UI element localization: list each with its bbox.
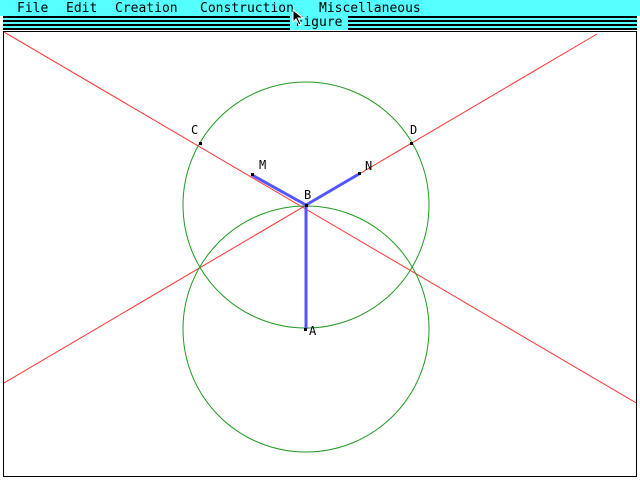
segment-bn[interactable] bbox=[305, 172, 360, 207]
point-a-label: A bbox=[309, 324, 317, 338]
line-cb[interactable] bbox=[4, 32, 636, 404]
arrow-pointer-icon bbox=[292, 9, 305, 26]
point-d-label: D bbox=[410, 123, 417, 137]
figure-drawing[interactable]: C D M N B A bbox=[4, 32, 636, 476]
point-b-marker[interactable] bbox=[305, 204, 308, 207]
point-d-marker[interactable] bbox=[410, 142, 413, 145]
menu-bar: File Edit Creation Construction Miscella… bbox=[0, 0, 640, 16]
window-title-bar[interactable]: Figure bbox=[3, 16, 637, 30]
menu-miscellaneous[interactable]: Miscellaneous bbox=[319, 0, 421, 16]
point-n-label: N bbox=[365, 159, 372, 173]
point-c-label: C bbox=[191, 123, 198, 137]
segment-bm[interactable] bbox=[251, 173, 307, 207]
figure-canvas[interactable]: C D M N B A bbox=[3, 31, 637, 477]
point-m-label: M bbox=[259, 158, 266, 172]
point-m-marker[interactable] bbox=[251, 173, 254, 176]
menu-construction[interactable]: Construction bbox=[200, 0, 294, 16]
point-b-label: B bbox=[304, 188, 311, 202]
point-n-marker[interactable] bbox=[358, 172, 361, 175]
menu-file[interactable]: File bbox=[17, 0, 48, 16]
menu-edit[interactable]: Edit bbox=[66, 0, 97, 16]
point-a-marker[interactable] bbox=[304, 328, 307, 331]
line-db[interactable] bbox=[4, 33, 598, 384]
menu-creation[interactable]: Creation bbox=[115, 0, 178, 16]
point-c-marker[interactable] bbox=[199, 142, 202, 145]
